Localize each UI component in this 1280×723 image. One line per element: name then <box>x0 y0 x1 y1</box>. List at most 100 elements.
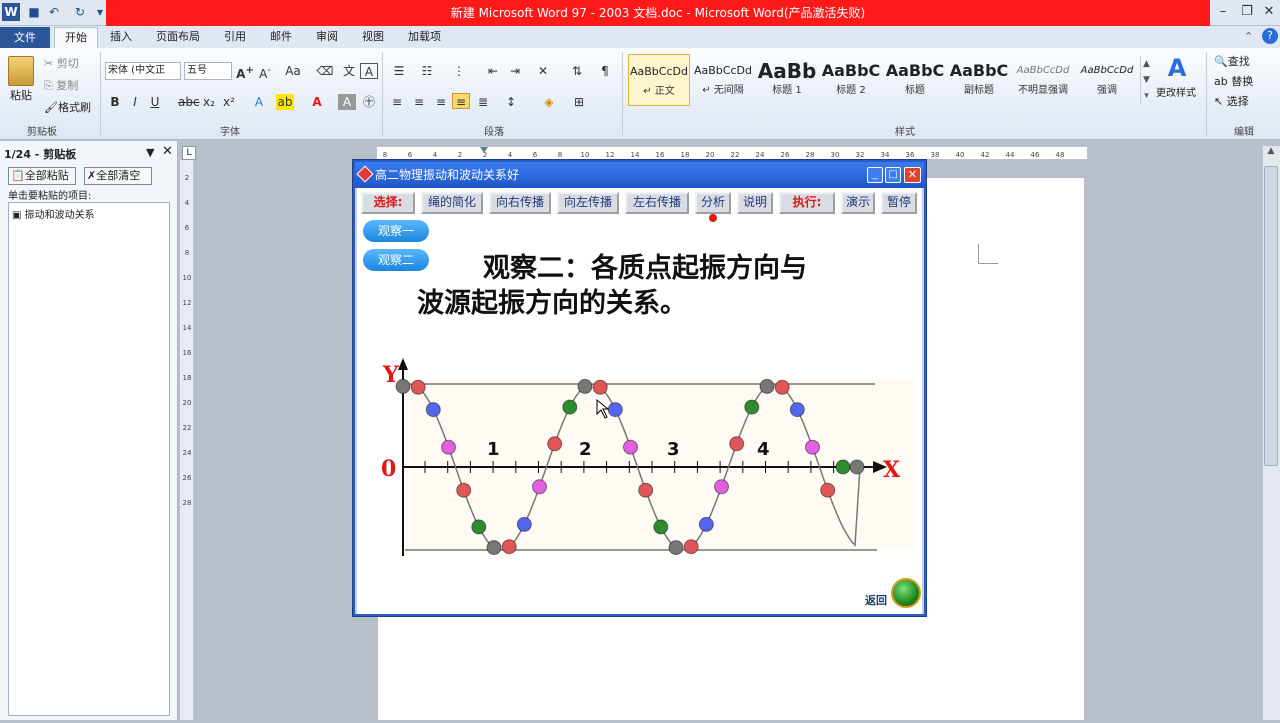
save-icon[interactable]: ■ <box>26 4 42 20</box>
sort-icon[interactable]: ⇅ <box>568 63 586 79</box>
app-close-button[interactable]: ✕ <box>904 167 921 183</box>
justify-icon[interactable]: ≡ <box>452 93 470 109</box>
cut-button[interactable]: ✂ 剪切 <box>44 56 79 72</box>
tab-mailings[interactable]: 邮件 <box>262 26 300 48</box>
propagate-left-button[interactable]: 向左传播 <box>557 192 619 214</box>
clear-all-button[interactable]: ✗全部清空 <box>84 167 152 185</box>
bullets-icon[interactable]: ☰ <box>390 63 408 79</box>
help-icon[interactable]: ? <box>1262 28 1278 44</box>
app-minimize-button[interactable]: _ <box>867 167 883 183</box>
line-spacing-icon[interactable]: ↕ <box>502 94 520 110</box>
undo-icon[interactable]: ↶ <box>46 4 62 20</box>
text-effects-icon[interactable]: A <box>250 94 268 110</box>
style-normal[interactable]: AaBbCcDd ↵ 正文 <box>628 54 690 106</box>
change-styles-icon[interactable]: A <box>1164 54 1190 84</box>
copy-button[interactable]: ⎘ 复制 <box>44 78 78 94</box>
particle <box>698 516 714 532</box>
propagate-right-button[interactable]: 向右传播 <box>489 192 551 214</box>
change-styles-button[interactable]: 更改样式 <box>1156 86 1196 102</box>
minimize-ribbon-icon[interactable]: ⌃ <box>1244 30 1258 44</box>
find-button[interactable]: 🔍查找 <box>1214 54 1250 70</box>
strikethrough-icon[interactable]: abc <box>178 94 200 110</box>
app-maximize-button[interactable]: □ <box>885 167 901 183</box>
rope-simplify-button[interactable]: 绳的简化 <box>421 192 483 214</box>
word-logo-icon[interactable]: W <box>2 3 20 21</box>
underline-icon[interactable]: U <box>146 94 164 110</box>
shrink-font-icon[interactable]: A- <box>256 63 274 81</box>
style-heading-2[interactable]: AaBbC 标题 2 <box>820 54 882 106</box>
paste-button[interactable]: 粘贴 <box>10 88 32 104</box>
clipboard-item[interactable]: ▣ 振动和波动关系 <box>12 206 95 221</box>
styles-scroll-icon[interactable]: ▲ ▼ ▾ <box>1140 56 1152 104</box>
tab-home[interactable]: 开始 <box>54 27 98 48</box>
minimize-button[interactable]: – <box>1212 2 1234 22</box>
borders-icon[interactable]: ⊞ <box>570 94 588 110</box>
tab-page-layout[interactable]: 页面布局 <box>148 26 208 48</box>
propagate-both-button[interactable]: 左右传播 <box>625 192 689 214</box>
font-name-select[interactable]: 宋体 (中文正 <box>105 62 181 80</box>
return-button[interactable] <box>891 578 921 608</box>
font-size-select[interactable]: 五号 <box>184 62 232 80</box>
char-border-icon[interactable]: A <box>360 63 378 79</box>
style-emphasis[interactable]: AaBbCcDd 强调 <box>1076 54 1138 106</box>
shading-icon[interactable]: ◈ <box>540 94 558 110</box>
increase-indent-icon[interactable]: ⇥ <box>506 63 524 79</box>
pane-options-icon[interactable]: ▼ <box>146 146 154 159</box>
decrease-indent-icon[interactable]: ⇤ <box>484 63 502 79</box>
grow-font-icon[interactable]: A+ <box>236 63 254 81</box>
maximize-button[interactable]: ❐ <box>1236 2 1258 22</box>
style-heading-1[interactable]: AaBb 标题 1 <box>756 54 818 106</box>
show-marks-icon[interactable]: ¶ <box>596 63 614 79</box>
style-no-spacing[interactable]: AaBbCcDd ↵ 无间隔 <box>692 54 754 106</box>
change-case-icon[interactable]: Aa <box>284 63 302 79</box>
physics-app-window[interactable]: 高二物理振动和波动关系好 _ □ ✕ 选择: 绳的简化 向右传播 向左传播 左右… <box>353 160 926 616</box>
style-subtitle[interactable]: AaBbC 副标题 <box>948 54 1010 106</box>
close-button[interactable]: ✕ <box>1258 2 1280 22</box>
scroll-thumb[interactable] <box>1264 166 1278 466</box>
demo-button[interactable]: 演示 <box>841 192 875 214</box>
redo-icon[interactable]: ↻ <box>72 4 88 20</box>
tab-addins[interactable]: 加载项 <box>400 26 449 48</box>
tab-selector-icon[interactable]: L <box>182 146 196 160</box>
italic-icon[interactable]: I <box>126 94 144 110</box>
analyze-button[interactable]: 分析 <box>695 192 731 214</box>
y-axis-arrow <box>398 358 408 370</box>
style-title[interactable]: AaBbC 标题 <box>884 54 946 106</box>
multilevel-list-icon[interactable]: ⋮ <box>450 63 468 79</box>
numbering-icon[interactable]: ☷ <box>418 63 436 79</box>
replace-button[interactable]: ab 替换 <box>1214 74 1253 90</box>
clear-format-icon[interactable]: ⌫ <box>316 63 334 79</box>
tab-insert[interactable]: 插入 <box>102 26 140 48</box>
tab-review[interactable]: 审阅 <box>308 26 346 48</box>
style-subtle-emphasis[interactable]: AaBbCcDd 不明显强调 <box>1012 54 1074 106</box>
pane-close-icon[interactable]: ✕ <box>162 144 173 159</box>
observe-one-button[interactable]: 观察一 <box>363 220 429 242</box>
vertical-ruler[interactable]: 2 4 6 8 10 12 14 16 18 20 22 24 26 28 <box>180 160 194 720</box>
explain-button[interactable]: 说明 <box>737 192 773 214</box>
select-button[interactable]: ↖ 选择 <box>1214 94 1249 110</box>
chinese-layout-icon[interactable]: ✕ <box>534 63 552 79</box>
paste-all-button[interactable]: 📋全部粘贴 <box>8 167 76 185</box>
align-left-icon[interactable]: ≡ <box>388 94 406 110</box>
horizontal-ruler[interactable]: 8 6 4 2 2 4 6 8 10 12 14 16 18 20 22 24 26 28 30 32 34 36 38 40… <box>376 146 1088 160</box>
font-color-icon[interactable]: A <box>308 94 326 110</box>
tab-view[interactable]: 视图 <box>354 26 392 48</box>
distributed-icon[interactable]: ≣ <box>474 94 492 110</box>
pause-button[interactable]: 暂停 <box>881 192 917 214</box>
subscript-icon[interactable]: x₂ <box>200 94 218 110</box>
align-right-icon[interactable]: ≡ <box>432 94 450 110</box>
align-center-icon[interactable]: ≡ <box>410 94 428 110</box>
superscript-icon[interactable]: x² <box>220 94 238 110</box>
char-shading-icon[interactable]: A <box>338 94 356 110</box>
highlight-icon[interactable]: ab <box>276 94 294 110</box>
particle <box>683 539 699 555</box>
scroll-up-icon[interactable]: ▲ <box>1264 146 1278 162</box>
tab-references[interactable]: 引用 <box>216 26 254 48</box>
enclosed-char-icon[interactable]: ㊉ <box>360 94 378 110</box>
paste-icon[interactable] <box>8 56 34 86</box>
bold-icon[interactable]: B <box>106 94 124 110</box>
format-painter-button[interactable]: 🖌格式刷 <box>44 100 91 116</box>
tab-file[interactable]: 文件 <box>0 27 50 48</box>
phonetic-guide-icon[interactable]: 文 <box>340 63 358 79</box>
observe-two-button[interactable]: 观察二 <box>363 249 429 271</box>
